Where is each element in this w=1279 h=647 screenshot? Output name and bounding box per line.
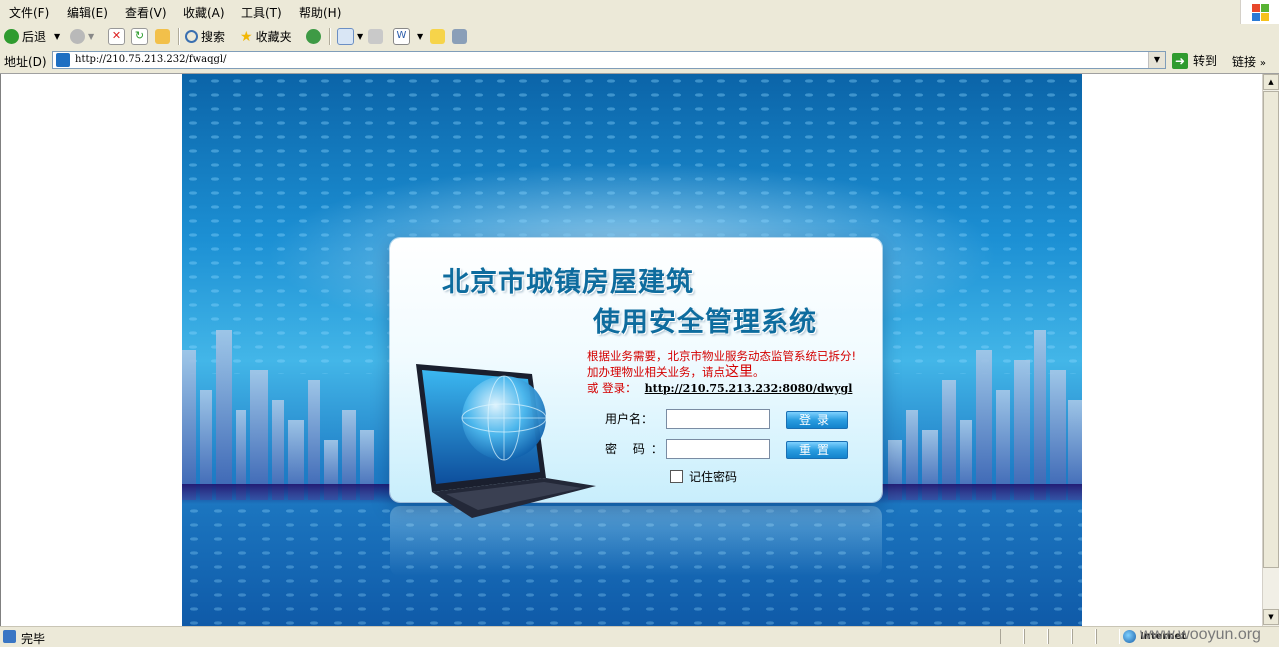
checkbox-icon[interactable] xyxy=(670,470,683,483)
home-icon xyxy=(155,29,170,44)
menu-file[interactable]: 文件(F) xyxy=(9,4,49,21)
page-viewport: 北京市城镇房屋建筑 使用安全管理系统 根据业务需要，北京市物业服务动态监管系统已… xyxy=(0,74,1263,626)
forward-arrow-icon xyxy=(70,29,85,44)
links-label: 链接 xyxy=(1232,55,1257,69)
username-input[interactable] xyxy=(666,409,770,429)
notice-line1: 根据业务需要，北京市物业服务动态监管系统已拆分! xyxy=(587,349,857,363)
globe-icon xyxy=(1123,630,1136,643)
menu-bar: 文件(F) 编辑(E) 查看(V) 收藏(A) 工具(T) 帮助(H) xyxy=(0,0,1279,25)
notice-line2: 加办理物业相关业务，请点这里。 xyxy=(587,364,856,380)
login-banner: 北京市城镇房屋建筑 使用安全管理系统 根据业务需要，北京市物业服务动态监管系统已… xyxy=(182,74,1082,626)
status-pane xyxy=(1096,629,1120,644)
status-bar: 完毕 Internet xyxy=(0,626,1279,647)
menu-edit[interactable]: 编辑(E) xyxy=(67,4,108,21)
word-icon: W xyxy=(393,28,410,45)
status-pane xyxy=(1024,629,1048,644)
page-icon xyxy=(56,53,70,67)
status-pane xyxy=(1000,629,1024,644)
mail-icon xyxy=(337,28,354,45)
note-icon xyxy=(430,29,445,44)
menu-view[interactable]: 查看(V) xyxy=(125,4,167,21)
notice-line2-prefix: 加办理物业相关业务，请点 xyxy=(587,365,725,379)
links-button[interactable]: 链接 » xyxy=(1232,53,1266,70)
home-button[interactable] xyxy=(155,27,173,46)
password-label: 密 码： xyxy=(605,442,669,456)
discuss-button[interactable] xyxy=(430,27,448,46)
watermark: www.wooyun.org xyxy=(1140,626,1261,643)
windows-logo-icon xyxy=(1240,0,1279,24)
favorites-button[interactable]: ★ 收藏夹 xyxy=(240,27,292,46)
chevron-down-icon: ▼ xyxy=(88,32,95,41)
remember-label: 记住密码 xyxy=(689,470,738,484)
alt-system-link[interactable]: http://210.75.213.232:8080/dwygl xyxy=(645,382,853,395)
history-icon xyxy=(306,29,321,44)
address-label: 地址(D) xyxy=(4,55,47,69)
research-button[interactable] xyxy=(452,27,470,46)
history-button[interactable] xyxy=(306,27,324,46)
favorites-label: 收藏夹 xyxy=(255,30,292,44)
research-icon xyxy=(452,29,467,44)
menu-help[interactable]: 帮助(H) xyxy=(299,4,341,21)
star-icon: ★ xyxy=(240,28,253,45)
chevron-down-icon: ▼ xyxy=(417,32,424,41)
toolbar-divider xyxy=(178,28,180,45)
search-button[interactable]: 搜索 xyxy=(185,27,225,46)
back-button[interactable]: 后退 ▼ xyxy=(4,27,60,46)
toolbar-divider xyxy=(329,28,331,45)
login-panel: 北京市城镇房屋建筑 使用安全管理系统 根据业务需要，北京市物业服务动态监管系统已… xyxy=(390,238,882,518)
notice-here-link[interactable]: 这里 xyxy=(725,364,753,380)
forward-button[interactable]: ▼ xyxy=(70,27,94,46)
stop-button[interactable]: ✕ xyxy=(108,27,128,46)
menu-tools[interactable]: 工具(T) xyxy=(241,4,282,21)
notice-text: 根据业务需要，北京市物业服务动态监管系统已拆分! 加办理物业相关业务，请点这里。… xyxy=(587,348,856,397)
chevron-down-icon[interactable]: ▼ xyxy=(1148,52,1165,68)
password-input[interactable] xyxy=(666,439,770,459)
print-button[interactable] xyxy=(368,27,386,46)
remember-password-checkbox[interactable]: 记住密码 xyxy=(670,468,737,485)
go-button[interactable]: ➜ 转到 xyxy=(1172,52,1217,69)
status-pane xyxy=(1072,629,1096,644)
search-label: 搜索 xyxy=(201,30,226,44)
login-button[interactable]: 登录 xyxy=(786,411,848,429)
scroll-thumb[interactable] xyxy=(1263,91,1279,568)
print-icon xyxy=(368,29,383,44)
chevron-down-icon: ▼ xyxy=(357,32,364,41)
mail-button[interactable]: ▼ xyxy=(337,27,363,46)
system-title-line2: 使用安全管理系统 xyxy=(593,307,817,338)
chevron-down-icon: ▼ xyxy=(54,32,61,41)
address-input[interactable]: http://210.75.213.232/fwaqgl/ ▼ xyxy=(52,51,1166,69)
page-done-icon xyxy=(3,630,16,643)
back-arrow-icon xyxy=(4,29,19,44)
stop-icon: ✕ xyxy=(108,28,125,45)
back-label: 后退 xyxy=(22,30,47,44)
status-pane xyxy=(1048,629,1072,644)
address-bar: 地址(D) http://210.75.213.232/fwaqgl/ ▼ ➜ … xyxy=(0,49,1279,74)
search-icon xyxy=(185,30,198,43)
address-url: http://210.75.213.232/fwaqgl/ xyxy=(75,54,227,65)
scroll-down-icon[interactable]: ▼ xyxy=(1263,609,1279,625)
reset-button[interactable]: 重置 xyxy=(786,441,848,459)
go-arrow-icon: ➜ xyxy=(1172,52,1188,69)
refresh-icon: ↻ xyxy=(131,28,148,45)
refresh-button[interactable]: ↻ xyxy=(131,27,151,46)
edit-button[interactable]: W ▼ xyxy=(393,27,423,46)
notice-line3: 或 登录： http://210.75.213.232:8080/dwygl xyxy=(587,380,856,397)
username-label: 用户名： xyxy=(605,412,654,426)
status-text: 完毕 xyxy=(21,632,46,646)
scroll-up-icon[interactable]: ▲ xyxy=(1263,74,1279,90)
go-label: 转到 xyxy=(1193,54,1218,68)
laptop-globe-illustration xyxy=(416,364,596,518)
system-title-line1: 北京市城镇房屋建筑 xyxy=(442,267,694,298)
toolbar: 后退 ▼ ▼ ✕ ↻ 搜索 ★ 收藏夹 ▼ W ▼ xyxy=(0,24,1279,50)
notice-line2-suffix: 。 xyxy=(753,365,765,379)
vertical-scrollbar[interactable]: ▲ ▼ xyxy=(1262,74,1279,626)
menu-favorites[interactable]: 收藏(A) xyxy=(183,4,225,21)
chevron-right-icon: » xyxy=(1259,58,1266,69)
